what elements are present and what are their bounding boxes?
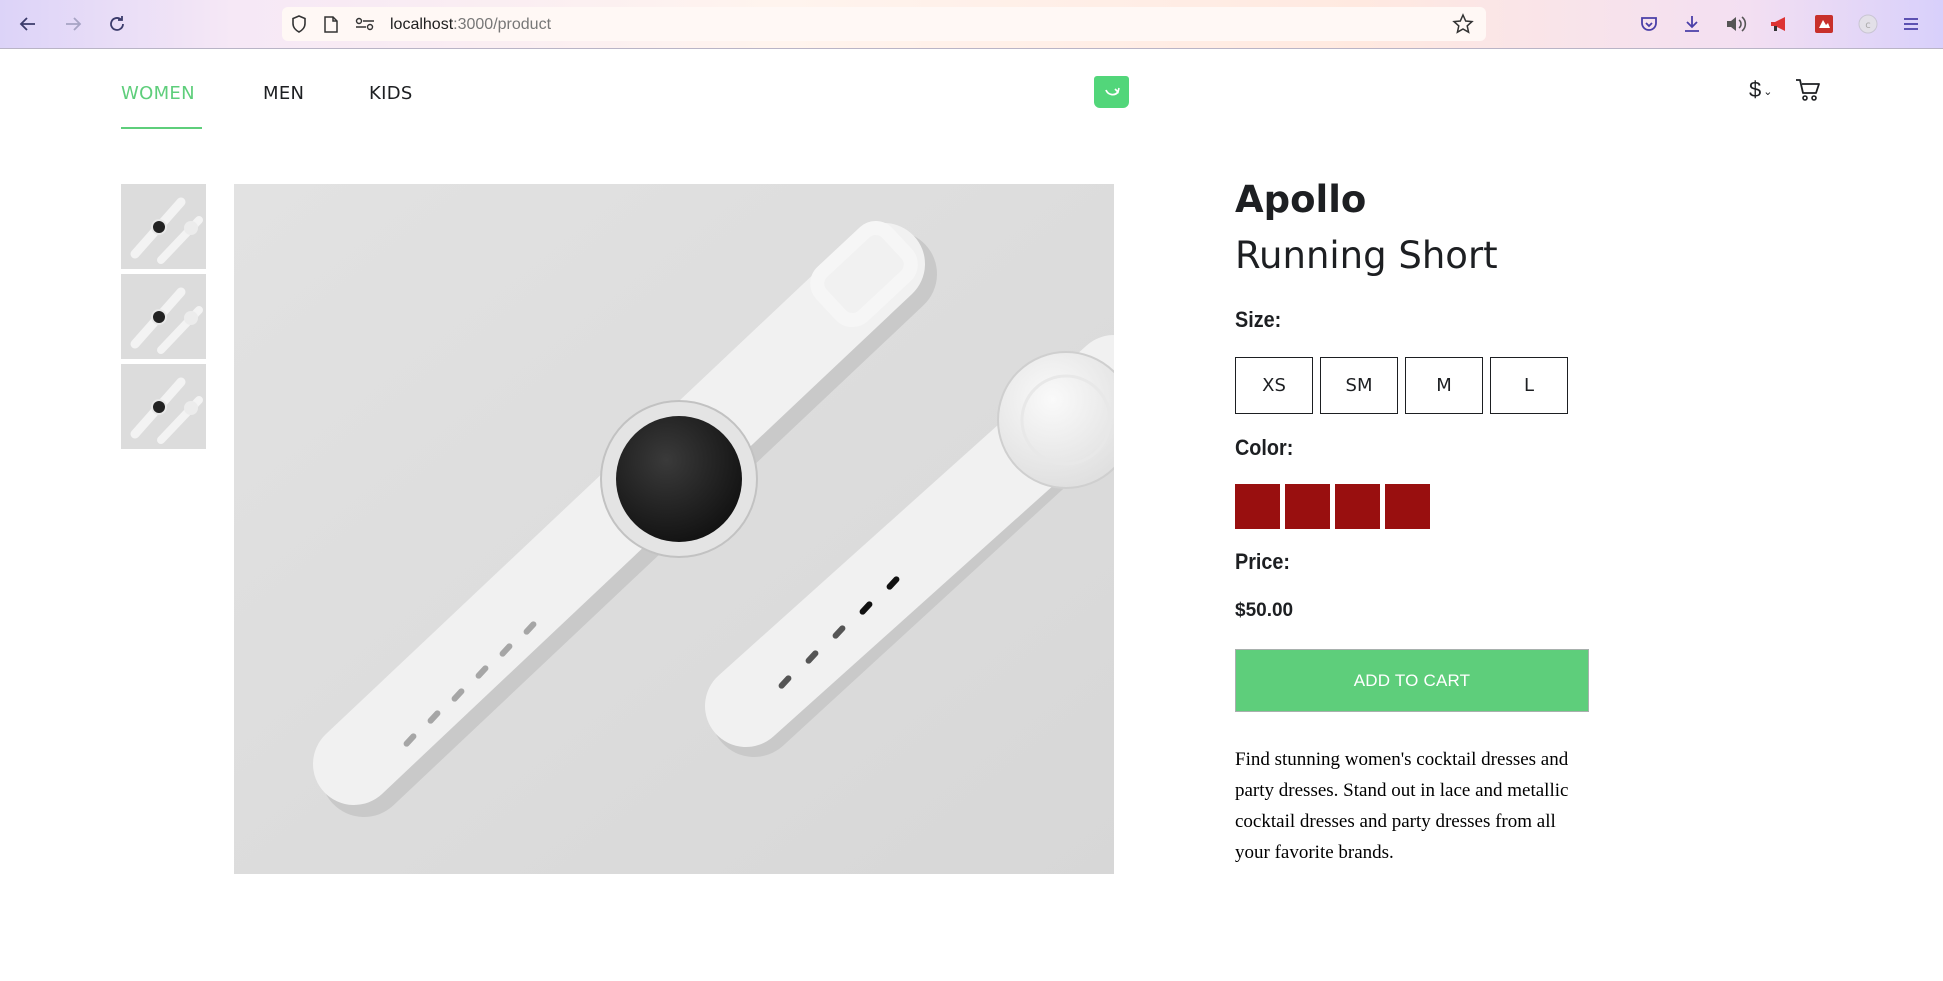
bookmark-star-icon[interactable] bbox=[1452, 13, 1474, 35]
size-option[interactable]: SM bbox=[1320, 357, 1398, 414]
speaker-icon[interactable] bbox=[1724, 12, 1748, 36]
currency-symbol: $ bbox=[1749, 77, 1762, 102]
currency-switcher[interactable]: $ ⌄ bbox=[1749, 77, 1772, 103]
cart-icon[interactable] bbox=[1795, 77, 1821, 103]
url-path: :3000/product bbox=[453, 16, 552, 33]
chevron-down-icon: ⌄ bbox=[1763, 86, 1773, 98]
color-swatch[interactable] bbox=[1285, 484, 1330, 529]
page-icon bbox=[322, 15, 340, 33]
svg-text:c: c bbox=[1865, 20, 1871, 31]
url-text[interactable]: localhost:3000/product bbox=[390, 16, 551, 34]
product-brand: Apollo bbox=[1235, 178, 1367, 221]
active-nav-underline bbox=[121, 127, 202, 129]
url-bar[interactable]: localhost:3000/product bbox=[282, 7, 1486, 41]
shop-logo-icon[interactable] bbox=[1094, 76, 1129, 108]
permissions-icon[interactable] bbox=[354, 15, 376, 33]
color-label: Color: bbox=[1235, 435, 1294, 460]
product-price: $50.00 bbox=[1235, 600, 1294, 621]
watch-thumbnail-image bbox=[121, 184, 206, 269]
megaphone-icon[interactable] bbox=[1768, 12, 1792, 36]
size-option[interactable]: XS bbox=[1235, 357, 1313, 414]
shield-icon[interactable] bbox=[290, 15, 308, 33]
watch-image bbox=[234, 184, 1114, 874]
extension-icon[interactable] bbox=[1812, 12, 1836, 36]
site-header: WOMEN MEN KIDS $ ⌄ bbox=[0, 49, 1943, 131]
color-options bbox=[1235, 484, 1430, 529]
menu-icon[interactable] bbox=[1899, 12, 1923, 36]
product-thumbnail[interactable] bbox=[121, 184, 206, 269]
forward-icon[interactable] bbox=[60, 11, 86, 37]
nav-men[interactable]: MEN bbox=[263, 83, 304, 104]
product-thumbnail[interactable] bbox=[121, 364, 206, 449]
url-host: localhost bbox=[390, 16, 454, 33]
back-icon[interactable] bbox=[15, 11, 41, 37]
color-swatch[interactable] bbox=[1385, 484, 1430, 529]
nav-kids[interactable]: KIDS bbox=[369, 83, 413, 104]
download-icon[interactable] bbox=[1680, 12, 1704, 36]
size-option[interactable]: M bbox=[1405, 357, 1483, 414]
nav-women[interactable]: WOMEN bbox=[121, 83, 195, 104]
product-description: Find stunning women's cocktail dresses a… bbox=[1235, 749, 1569, 863]
product-main-image bbox=[234, 184, 1114, 874]
pocket-icon[interactable] bbox=[1637, 12, 1661, 36]
size-options: XS SM M L bbox=[1235, 357, 1568, 414]
browser-toolbar: localhost:3000/product c bbox=[0, 0, 1943, 49]
product-name: Running Short bbox=[1235, 234, 1498, 277]
watch-thumbnail-image bbox=[121, 364, 206, 449]
product-thumbnail[interactable] bbox=[121, 274, 206, 359]
add-to-cart-button[interactable]: ADD TO CART bbox=[1235, 649, 1589, 712]
size-label: Size: bbox=[1235, 307, 1282, 332]
color-swatch[interactable] bbox=[1335, 484, 1380, 529]
color-swatch[interactable] bbox=[1235, 484, 1280, 529]
size-option[interactable]: L bbox=[1490, 357, 1568, 414]
profile-icon[interactable]: c bbox=[1856, 12, 1880, 36]
watch-thumbnail-image bbox=[121, 274, 206, 359]
reload-icon[interactable] bbox=[104, 11, 130, 37]
price-label: Price: bbox=[1235, 549, 1291, 574]
